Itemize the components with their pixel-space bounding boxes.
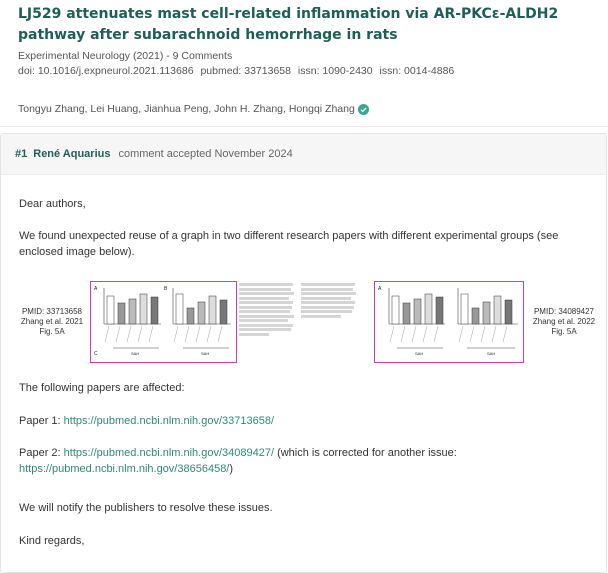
author-list: Tongyu Zhang, Lei Huang, Jianhua Peng, J… (18, 103, 590, 115)
left-sah-label-1: SAH (131, 351, 139, 356)
paper-2-link[interactable]: https://pubmed.ncbi.nlm.nih.gov/34089427… (64, 447, 274, 459)
affected-text: The following papers are affected: (19, 382, 185, 394)
left-panel-b-label: B (164, 286, 168, 292)
notify-text: We will notify the publishers to resolve… (19, 502, 273, 514)
left-panel-a-label: A (94, 286, 98, 292)
comment-status: comment accepted November 2024 (118, 148, 293, 160)
right-sah-label-1: SAH (415, 351, 423, 356)
comparison-figure: PMID: 33713658 Zhang et al. 2021 Fig. 5A… (1, 277, 608, 373)
comment-card: #1 René Aquarius comment accepted Novemb… (0, 133, 607, 573)
journal-name: Experimental Neurology (2021) (18, 50, 164, 62)
header-divider (0, 126, 608, 127)
right-pmid-label: PMID: 34089427 Zhang et al. 2022 Fig. 5A (532, 307, 596, 336)
correction-link[interactable]: https://pubmed.ncbi.nlm.nih.gov/38656458… (19, 463, 229, 475)
comment-author[interactable]: René Aquarius (33, 148, 110, 160)
greeting: Dear authors, (19, 198, 86, 210)
paper-1-line: Paper 1: https://pubmed.ncbi.nlm.nih.gov… (19, 415, 275, 427)
doi[interactable]: doi: 10.1016/j.expneurol.2021.113686 (18, 65, 194, 77)
comment-header: #1 René Aquarius comment accepted Novemb… (1, 134, 606, 175)
right-figure-caption-blur (301, 283, 357, 319)
paper-meta: Experimental Neurology (2021) - 9 Commen… (18, 50, 455, 77)
paper-2-line: Paper 2: https://pubmed.ncbi.nlm.nih.gov… (19, 447, 457, 475)
comment-number[interactable]: #1 (15, 148, 27, 160)
left-bar-graph: A B SAH SAH C (94, 286, 231, 357)
paper-header: LJ529 attenuates mast cell-related infla… (0, 0, 608, 115)
left-figure-caption-blur (239, 283, 295, 337)
left-graph-highlight: A B SAH SAH C (90, 281, 237, 363)
left-panel-c-label: C (94, 351, 98, 357)
issn-2: issn: 0014-4886 (379, 65, 455, 77)
right-panel-a-label: A (378, 286, 382, 292)
paper-title[interactable]: LJ529 attenuates mast cell-related infla… (18, 4, 578, 46)
left-pmid-label: PMID: 33713658 Zhang et al. 2021 Fig. 5A (20, 307, 84, 336)
paper-1-link[interactable]: https://pubmed.ncbi.nlm.nih.gov/33713658… (64, 415, 274, 427)
right-graph-highlight: A SAH SAH (374, 281, 524, 363)
left-sah-label-2: SAH (201, 351, 209, 356)
issn-1: issn: 1090-2430 (297, 65, 373, 77)
comments-count-link[interactable]: 9 Comments (173, 50, 233, 62)
intro-text: We found unexpected reuse of a graph in … (19, 230, 559, 258)
right-bar-graph: A SAH SAH (378, 286, 518, 356)
regards-text: Kind regards, (19, 535, 85, 547)
right-sah-label-2: SAH (487, 351, 495, 356)
check-circle-icon (357, 103, 369, 115)
pubmed-id[interactable]: pubmed: 33713658 (200, 65, 291, 77)
